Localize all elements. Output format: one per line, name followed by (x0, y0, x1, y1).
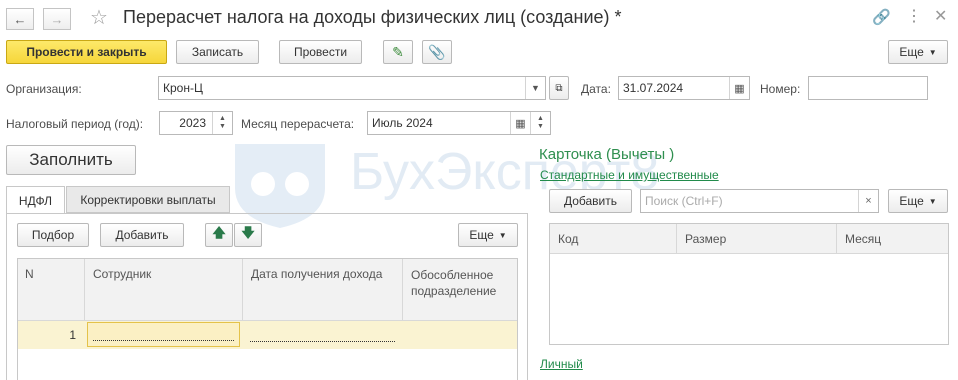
select-button[interactable]: Подбор (17, 223, 89, 247)
forward-button[interactable]: → (43, 8, 71, 30)
chevron-down-icon: ▼ (498, 230, 507, 240)
fill-button[interactable]: Заполнить (6, 145, 136, 175)
move-up-button[interactable]: 🡅 (205, 223, 233, 247)
tab-ndfl[interactable]: НДФЛ (6, 186, 65, 214)
income-date-cell[interactable] (245, 322, 400, 347)
open-window-icon: ⧉ (555, 82, 563, 94)
back-button[interactable]: ← (6, 8, 34, 30)
move-down-button[interactable]: 🡇 (234, 223, 262, 247)
attach-button[interactable]: 📎 (422, 40, 452, 64)
edit-pencil-icon: ✎ (392, 43, 404, 60)
add-row-button[interactable]: Добавить (100, 223, 184, 247)
month-label: Месяц перерасчета: (241, 117, 355, 131)
paperclip-icon: 📎 (428, 43, 446, 60)
menu-dots-icon[interactable]: ⋮ (906, 6, 922, 26)
window-title: Перерасчет налога на доходы физических л… (123, 7, 622, 27)
col-income-date: Дата получения дохода (251, 267, 383, 281)
org-open-button[interactable]: ⧉ (549, 76, 569, 100)
col-amount: Размер (685, 232, 727, 246)
save-button[interactable]: Записать (176, 40, 259, 64)
arrow-down-icon: 🡇 (241, 225, 255, 240)
deductions-table-header (550, 224, 948, 254)
personal-link[interactable]: Личный (540, 357, 583, 371)
clear-icon[interactable]: × (858, 190, 878, 212)
spinner-icon[interactable]: ▲ ▼ (530, 112, 550, 134)
date-label: Дата: (581, 82, 611, 96)
deductions-card-title: Карточка (Вычеты ) (539, 146, 675, 163)
period-label: Налоговый период (год): (6, 117, 144, 131)
left-more-button[interactable]: Еще ▼ (458, 223, 518, 247)
edit-movements-button[interactable]: ✎ (383, 40, 413, 64)
arrow-right-icon: → (50, 11, 64, 27)
org-field[interactable]: Крон-Ц ▼ (158, 76, 546, 100)
col-code: Код (558, 232, 579, 246)
col-department: Обособленное подразделение (411, 268, 497, 298)
row-number: 1 (69, 328, 76, 342)
col-n: N (25, 267, 34, 281)
date-field[interactable]: 31.07.2024 ▦ (618, 76, 750, 100)
arrow-up-icon: 🡅 (212, 225, 226, 240)
col-employee: Сотрудник (93, 267, 152, 281)
add-deduction-button[interactable]: Добавить (549, 189, 632, 213)
tab-payment-corrections[interactable]: Корректировки выплаты (66, 186, 230, 213)
chevron-down-icon: ▼ (928, 47, 937, 57)
standard-property-link[interactable]: Стандартные и имущественные (540, 168, 719, 182)
link-icon[interactable]: 🔗 (872, 8, 891, 26)
number-field[interactable] (808, 76, 928, 100)
org-label: Организация: (6, 82, 82, 96)
calendar-icon[interactable]: ▦ (729, 77, 749, 99)
employee-cell[interactable] (87, 322, 240, 347)
right-more-button[interactable]: Еще ▼ (888, 189, 948, 213)
search-input[interactable]: Поиск (Ctrl+F) × (640, 189, 879, 213)
calendar-icon[interactable]: ▦ (510, 112, 530, 134)
dropdown-icon[interactable]: ▼ (525, 77, 545, 99)
chevron-down-icon: ▼ (928, 196, 937, 206)
col-month: Месяц (845, 232, 882, 246)
post-button[interactable]: Провести (279, 40, 362, 64)
post-and-close-button[interactable]: Провести и закрыть (6, 40, 167, 64)
more-button[interactable]: Еще ▼ (888, 40, 948, 64)
department-cell[interactable] (405, 322, 515, 347)
number-label: Номер: (760, 82, 801, 96)
favorite-star-icon[interactable]: ☆ (90, 5, 108, 30)
arrow-left-icon: ← (13, 11, 27, 27)
close-icon[interactable]: ✕ (934, 6, 947, 26)
month-field[interactable]: Июль 2024 ▦ ▲ ▼ (367, 111, 551, 135)
period-field[interactable]: 2023 ▲ ▼ (159, 111, 233, 135)
spinner-icon[interactable]: ▲ ▼ (212, 112, 232, 134)
